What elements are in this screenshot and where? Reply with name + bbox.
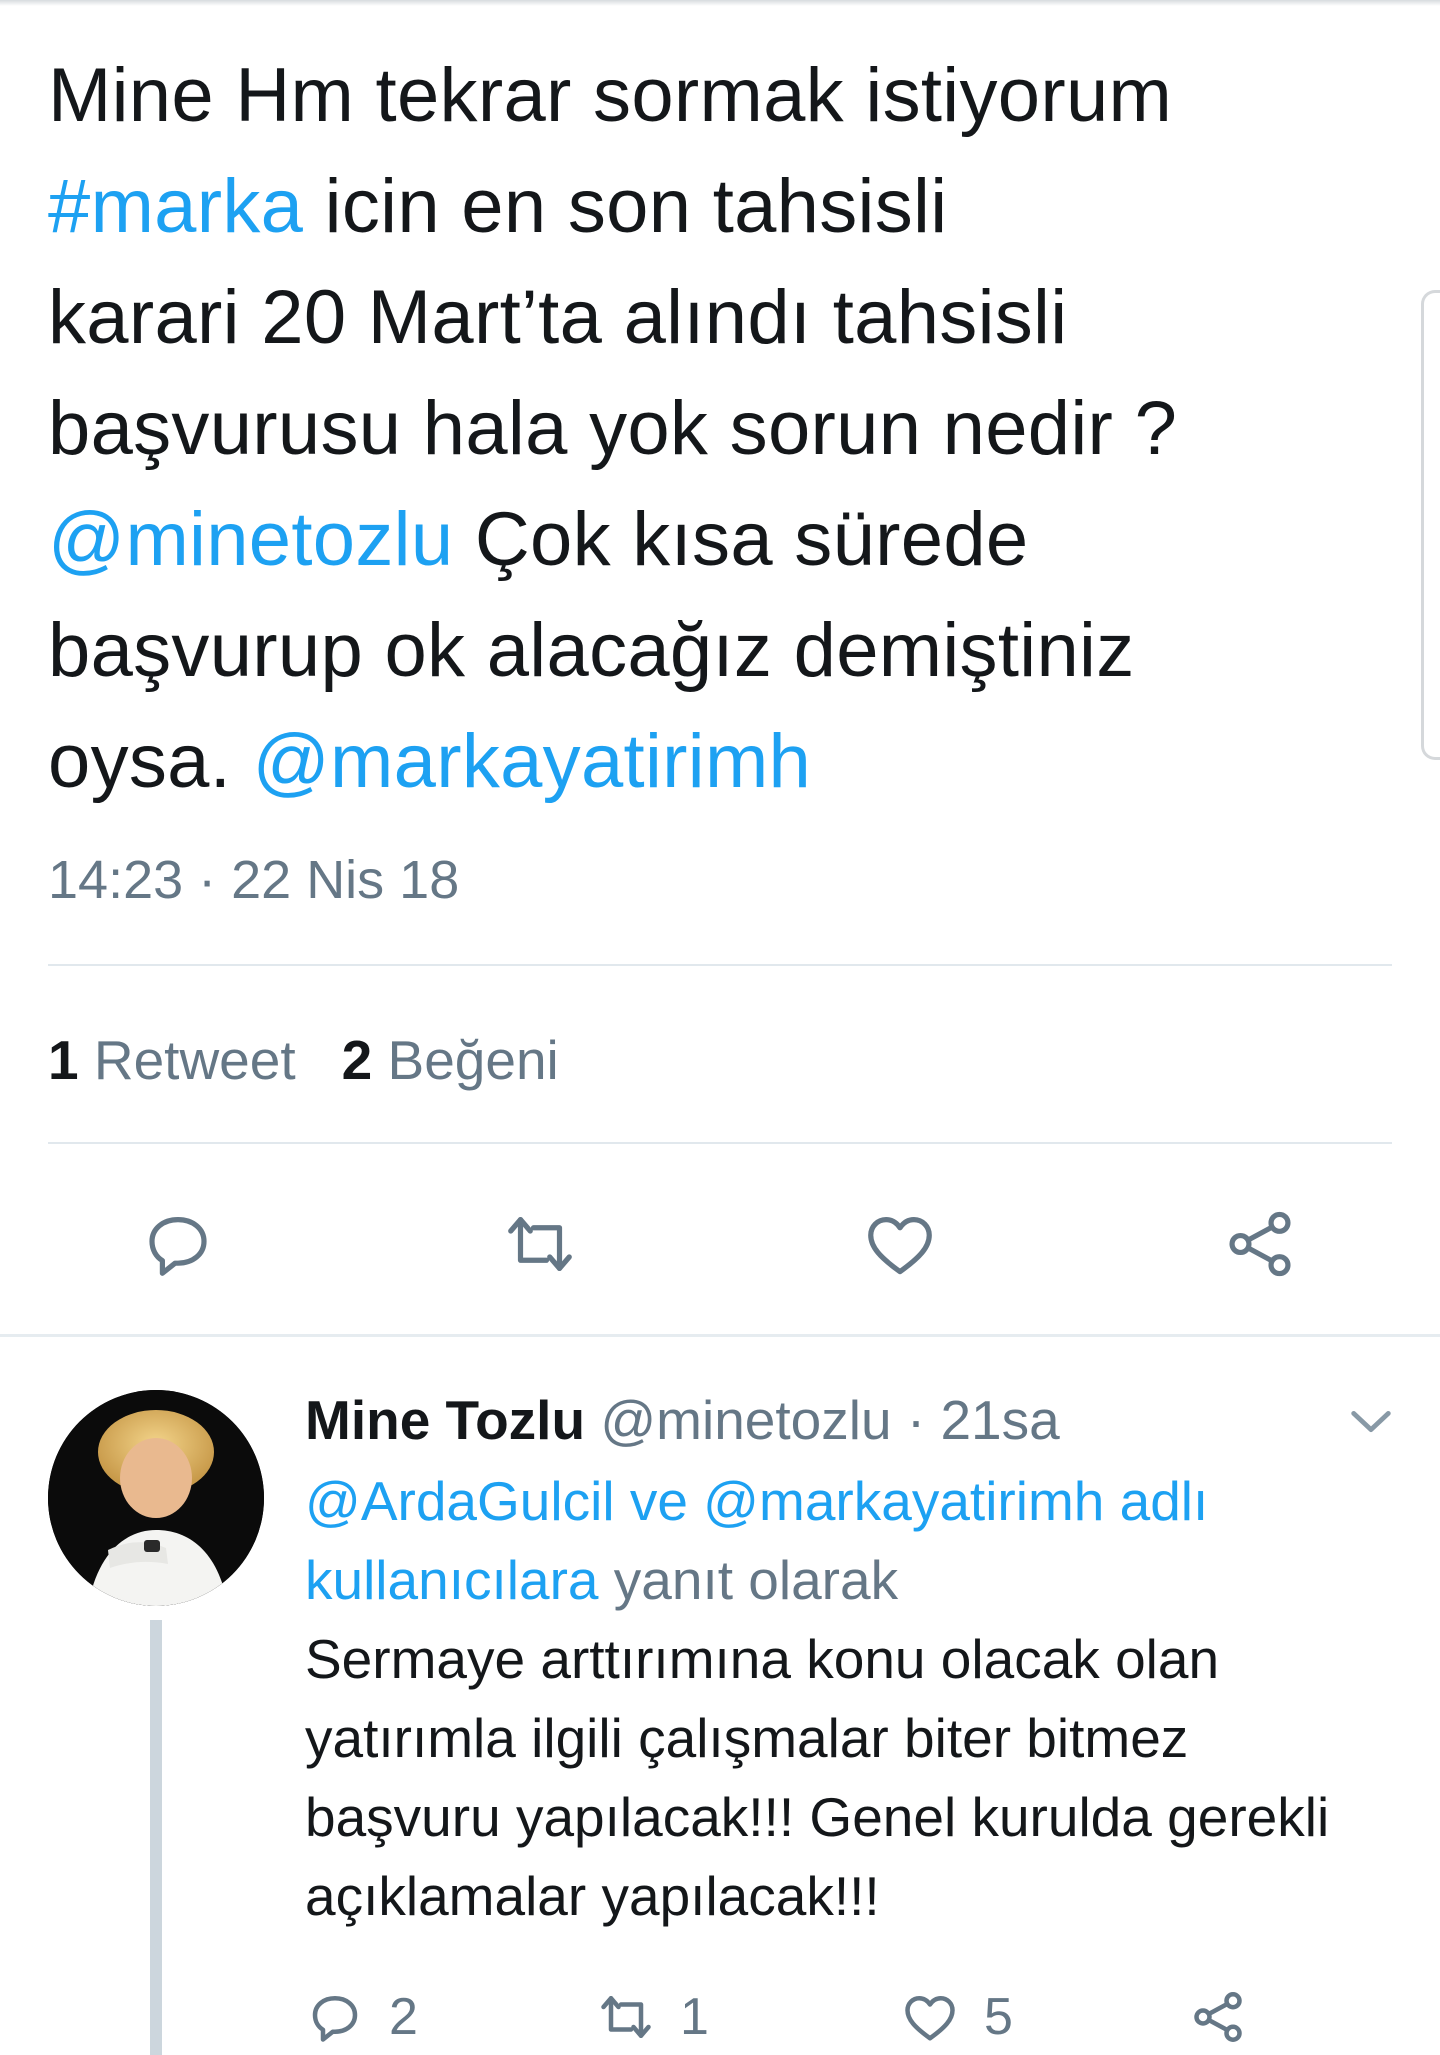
like-count: 2 bbox=[341, 1029, 373, 1091]
author-handle[interactable]: @minetozlu bbox=[600, 1389, 891, 1451]
retweet-count: 1 bbox=[48, 1029, 79, 1091]
main-tweet: Mine Hm tekrar sormak istiyorum #marka ic… bbox=[48, 40, 1408, 817]
share-icon bbox=[1194, 1992, 1242, 2042]
reply-reply-button[interactable]: 2 bbox=[305, 1987, 418, 2047]
reply-icon bbox=[312, 1996, 358, 2042]
author-name[interactable]: Mine Tozlu bbox=[305, 1389, 585, 1451]
reply-context-label: yanıt olarak bbox=[598, 1549, 899, 1611]
like-stat[interactable]: 2 Beğeni bbox=[342, 1029, 559, 1091]
reply-text: Sermaye arttırımına konu olacak olan yat… bbox=[305, 1628, 1330, 1927]
like-label: Beğeni bbox=[387, 1029, 559, 1091]
reply-context: @ArdaGulcil ve @markayatirimh adlı kulla… bbox=[305, 1462, 1355, 1620]
scroll-handle[interactable] bbox=[1421, 290, 1440, 760]
reply-share-button[interactable] bbox=[1188, 1987, 1272, 2047]
avatar-photo bbox=[48, 1390, 264, 1606]
reply-tweet: Mine Tozlu @minetozlu · 21sa @ArdaGulcil… bbox=[305, 1380, 1355, 1936]
divider bbox=[48, 964, 1392, 966]
share-icon bbox=[1229, 1211, 1291, 1277]
reply-like-button[interactable]: 5 bbox=[900, 1987, 1013, 2047]
retweet-button[interactable] bbox=[496, 1200, 584, 1288]
retweet-stat[interactable]: 1 Retweet bbox=[48, 1029, 296, 1091]
like-icon bbox=[905, 1996, 955, 2041]
reply-time: 21sa bbox=[940, 1389, 1060, 1451]
tweet-text-segment: karari 20 Mart’ta alındı tahsisli bbox=[48, 275, 1068, 360]
tweet-text-segment: başvurup ok alacağız demiştiniz bbox=[48, 608, 1135, 693]
reply-button[interactable] bbox=[134, 1200, 222, 1288]
reply-retweet-button[interactable]: 1 bbox=[596, 1987, 709, 2047]
tweet-link[interactable]: @minetozlu bbox=[48, 497, 453, 582]
thread-line bbox=[150, 1620, 162, 2055]
tweet-link[interactable]: @markayatirimh bbox=[253, 719, 812, 804]
retweet-label: Retweet bbox=[93, 1029, 296, 1091]
top-shadow bbox=[0, 0, 1440, 6]
tweet-text-segment: başvurusu hala yok sorun nedir ? bbox=[48, 386, 1178, 471]
tweet-text: Mine Hm tekrar sormak istiyorum #marka ic… bbox=[48, 40, 1408, 817]
like-button[interactable] bbox=[856, 1200, 944, 1288]
retweet-icon bbox=[508, 1217, 572, 1271]
reply-header: Mine Tozlu @minetozlu · 21sa bbox=[305, 1380, 1355, 1460]
tweet-text-segment: icin en son tahsisli bbox=[303, 164, 948, 249]
tweet-timestamp: 14:23 · 22 Nis 18 bbox=[48, 850, 460, 910]
tweet-text-segment: Mine Hm tekrar sormak istiyorum bbox=[48, 53, 1173, 138]
divider bbox=[48, 1142, 1392, 1144]
tweet-link[interactable]: #marka bbox=[48, 164, 303, 249]
reply-like-count: 5 bbox=[984, 1988, 1013, 2046]
retweet-icon bbox=[601, 1996, 651, 2038]
tweet-stats: 1 Retweet 2 Beğeni bbox=[48, 1020, 559, 1100]
share-button[interactable] bbox=[1216, 1200, 1304, 1288]
reply-retweet-count: 1 bbox=[680, 1988, 709, 2046]
tweet-text-segment: oysa. bbox=[48, 719, 253, 804]
reply-count: 2 bbox=[389, 1988, 418, 2046]
section-separator bbox=[0, 1334, 1440, 1337]
header-separator: · bbox=[891, 1389, 941, 1451]
tweet-text-segment: Çok kısa sürede bbox=[453, 497, 1029, 582]
chevron-down-icon[interactable] bbox=[1345, 1395, 1397, 1447]
reply-icon bbox=[149, 1217, 207, 1276]
like-icon bbox=[868, 1217, 932, 1275]
avatar[interactable] bbox=[48, 1390, 264, 1606]
